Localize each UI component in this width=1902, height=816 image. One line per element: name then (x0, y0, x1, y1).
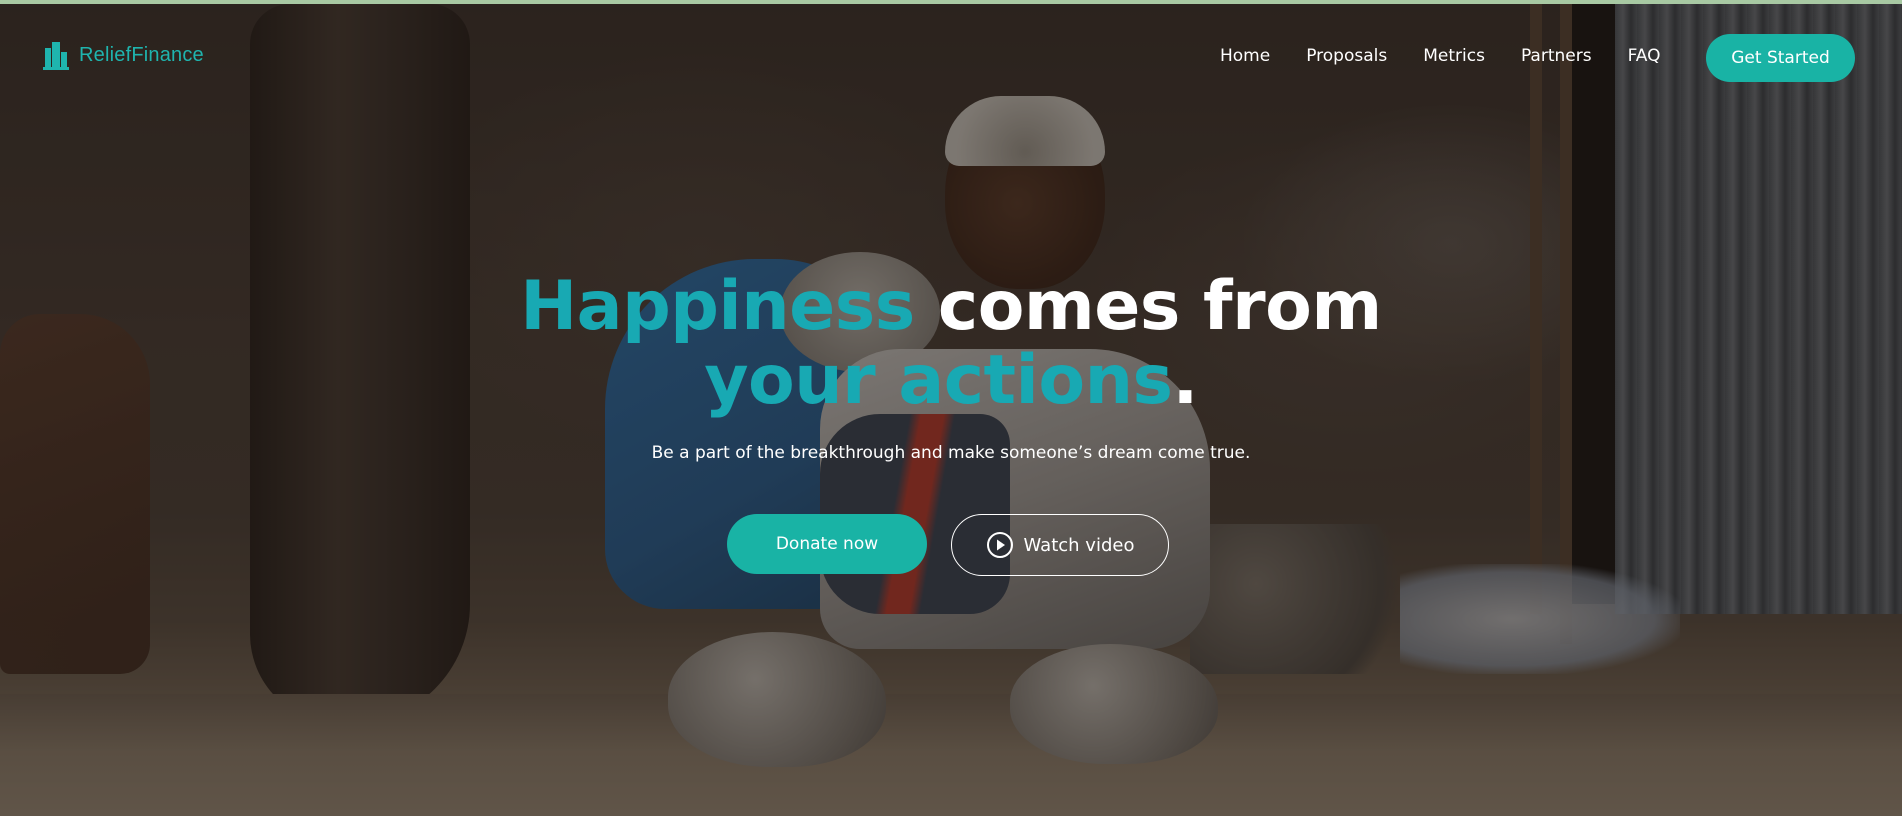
building-icon (43, 42, 69, 70)
hero-title-accent-2: your actions (704, 341, 1173, 420)
donate-now-button[interactable]: Donate now (727, 514, 927, 574)
brand-logo[interactable]: ReliefFinance (43, 40, 204, 70)
hero-title-accent-1: Happiness (520, 267, 915, 346)
nav-item-faq[interactable]: FAQ (1628, 46, 1661, 66)
nav-item-metrics[interactable]: Metrics (1423, 46, 1485, 66)
site-header: ReliefFinance Home Proposals Metrics Par… (0, 4, 1902, 114)
hero-title-period: . (1172, 341, 1198, 420)
main-nav: Home Proposals Metrics Partners FAQ (1220, 46, 1661, 66)
nav-item-partners[interactable]: Partners (1521, 46, 1592, 66)
hero-subtitle: Be a part of the breakthrough and make s… (651, 443, 1251, 463)
watch-video-button[interactable]: Watch video (951, 514, 1169, 576)
nav-item-proposals[interactable]: Proposals (1306, 46, 1387, 66)
nav-item-home[interactable]: Home (1220, 46, 1270, 66)
get-started-button[interactable]: Get Started (1706, 34, 1855, 82)
brand-name: ReliefFinance (79, 43, 204, 66)
play-circle-icon (986, 532, 1013, 558)
watch-video-label: Watch video (1023, 534, 1135, 556)
hero-title: Happiness comes from your actions. (0, 270, 1902, 418)
hero-title-white-1: comes from (937, 267, 1382, 346)
